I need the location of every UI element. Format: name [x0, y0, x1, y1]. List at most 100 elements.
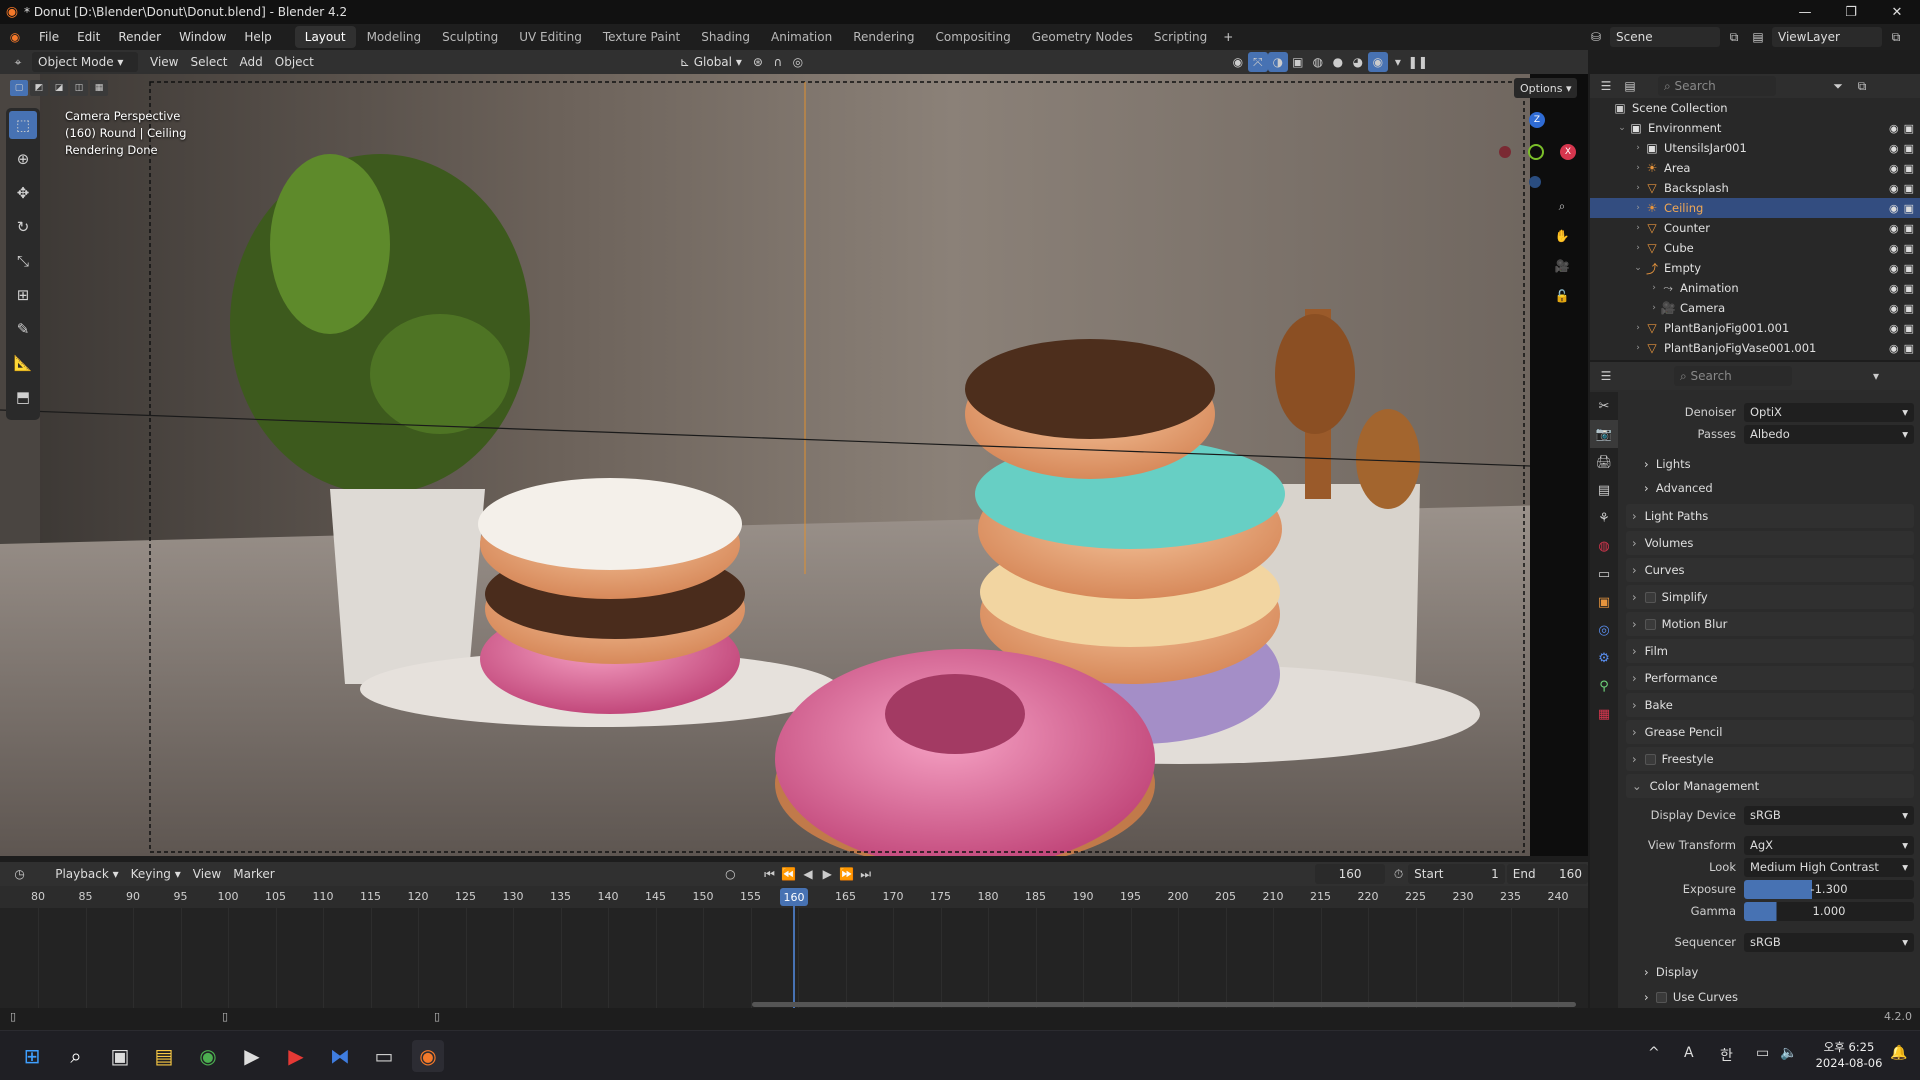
- data-tab-icon[interactable]: ⚲: [1590, 672, 1618, 700]
- timeline-scrollbar[interactable]: [752, 1002, 1576, 1007]
- sequencer-dropdown[interactable]: sRGB ▾: [1744, 932, 1914, 952]
- physics-tab-icon[interactable]: ◎: [1590, 616, 1618, 644]
- properties-options-icon[interactable]: ▾: [1866, 366, 1886, 386]
- language-indicator[interactable]: 한: [1720, 1045, 1733, 1065]
- pivot-icon[interactable]: ⊛: [748, 52, 768, 72]
- play-reverse-icon[interactable]: ◀: [798, 864, 817, 884]
- visibility-eye-icon[interactable]: ◉: [1889, 242, 1899, 255]
- ime-indicator[interactable]: A: [1684, 1045, 1694, 1061]
- visibility-eye-icon[interactable]: ◉: [1889, 282, 1899, 295]
- section-enable-checkbox[interactable]: [1644, 618, 1656, 630]
- use-curves-subpanel[interactable]: › Use Curves: [1644, 987, 1738, 1007]
- denoiser-dropdown[interactable]: OptiX ▾: [1744, 402, 1914, 422]
- render-visibility-icon[interactable]: ▣: [1904, 182, 1914, 195]
- render-visibility-icon[interactable]: ▣: [1904, 322, 1914, 335]
- gamma-slider[interactable]: 1.000: [1744, 901, 1914, 921]
- clock[interactable]: 오후 6:25 2024-08-06: [1814, 1039, 1884, 1071]
- lights-subpanel[interactable]: › Lights: [1644, 454, 1691, 474]
- world-tab-icon[interactable]: ◍: [1590, 532, 1618, 560]
- visibility-eye-icon[interactable]: ◉: [1889, 222, 1899, 235]
- app-icon[interactable]: ⧓: [324, 1040, 356, 1072]
- disclosure-chevron-icon[interactable]: ›: [1632, 323, 1644, 333]
- outliner-editor-icon[interactable]: ☰: [1596, 76, 1616, 96]
- scene-tab-icon[interactable]: ⚘: [1590, 504, 1618, 532]
- blender-menu-icon[interactable]: ◉: [0, 27, 30, 47]
- close-button[interactable]: ✕: [1874, 0, 1920, 24]
- section-enable-checkbox[interactable]: [1644, 591, 1656, 603]
- tab-animation[interactable]: Animation: [761, 26, 842, 48]
- section-enable-checkbox[interactable]: [1644, 753, 1656, 765]
- select-extend-icon[interactable]: ◩: [30, 80, 48, 96]
- transform-orientation-dropdown[interactable]: ⊾ Global ▾: [674, 52, 748, 72]
- new-collection-icon[interactable]: ⧉: [1852, 76, 1872, 96]
- disclosure-chevron-icon[interactable]: ›: [1632, 183, 1644, 193]
- outliner-row[interactable]: ›▽Plate◉▣: [1590, 358, 1920, 360]
- select-intersect-icon[interactable]: ▦: [90, 80, 108, 96]
- camera-view-icon[interactable]: 🎥: [1552, 256, 1572, 276]
- wireframe-shading-icon[interactable]: ◍: [1308, 52, 1328, 72]
- filter-icon[interactable]: ⏷: [1828, 76, 1848, 96]
- menu-add[interactable]: Add: [234, 52, 269, 72]
- outliner-row[interactable]: › ▽ Backsplash ◉ ▣: [1590, 178, 1920, 198]
- render-visibility-icon[interactable]: ▣: [1904, 282, 1914, 295]
- gizmo-toggle-icon[interactable]: ⤧: [1247, 52, 1268, 72]
- shading-options-icon[interactable]: ▾: [1388, 52, 1408, 72]
- render-visibility-icon[interactable]: ▣: [1904, 202, 1914, 215]
- outliner-row[interactable]: › ▽ PlantBanjoFig001.001 ◉ ▣: [1590, 318, 1920, 338]
- visibility-eye-icon[interactable]: ◉: [1889, 322, 1899, 335]
- pause-render-icon[interactable]: ❚❚: [1408, 52, 1428, 72]
- tool-tab-icon[interactable]: ✂: [1590, 392, 1618, 420]
- volume-icon[interactable]: 🔈: [1780, 1045, 1797, 1061]
- texture-tab-icon[interactable]: ▦: [1590, 700, 1618, 728]
- disclosure-chevron-icon[interactable]: ›: [1632, 243, 1644, 253]
- snap-icon[interactable]: ∩: [768, 52, 788, 72]
- tray-expand-icon[interactable]: ^: [1648, 1045, 1660, 1061]
- disclosure-chevron-icon[interactable]: ⌄: [1632, 263, 1644, 273]
- add-workspace-icon[interactable]: +: [1218, 27, 1238, 47]
- view-layer-selector[interactable]: ViewLayer: [1772, 27, 1882, 47]
- outliner-row[interactable]: › ▽ Cube ◉ ▣: [1590, 238, 1920, 258]
- disclosure-chevron-icon[interactable]: ›: [1632, 223, 1644, 233]
- exposure-slider[interactable]: -1.300: [1744, 879, 1914, 899]
- outliner-row[interactable]: › ☀ Ceiling ◉ ▣: [1590, 198, 1920, 218]
- section-bake[interactable]: › Bake: [1626, 693, 1914, 717]
- jump-end-icon[interactable]: ⏭: [856, 864, 875, 884]
- tab-uv-editing[interactable]: UV Editing: [509, 26, 592, 48]
- display-mode-icon[interactable]: ▤: [1620, 76, 1640, 96]
- new-scene-icon[interactable]: ⧉: [1724, 27, 1744, 47]
- terminal-icon[interactable]: ▭: [368, 1040, 400, 1072]
- jump-start-icon[interactable]: ⏮: [760, 864, 779, 884]
- tab-geometry-nodes[interactable]: Geometry Nodes: [1022, 26, 1143, 48]
- 3d-viewport[interactable]: [0, 74, 1588, 856]
- scale-tool-icon[interactable]: ⤡: [9, 247, 37, 275]
- outliner-row[interactable]: ⌄ ▣ Environment ◉ ▣: [1590, 118, 1920, 138]
- transform-tool-icon[interactable]: ⊞: [9, 281, 37, 309]
- overlay-toggle-icon[interactable]: ◑: [1267, 52, 1288, 72]
- outliner-row[interactable]: ⌄ ⤴ Empty ◉ ▣: [1590, 258, 1920, 278]
- rotate-tool-icon[interactable]: ↻: [9, 213, 37, 241]
- select-invert-icon[interactable]: ◫: [70, 80, 88, 96]
- media-player-icon[interactable]: ▶: [236, 1040, 268, 1072]
- section-curves[interactable]: › Curves: [1626, 558, 1914, 582]
- file-explorer-icon[interactable]: ▤: [148, 1040, 180, 1072]
- section-film[interactable]: › Film: [1626, 639, 1914, 663]
- disclosure-chevron-icon[interactable]: ›: [1632, 203, 1644, 213]
- new-view-layer-icon[interactable]: ⧉: [1886, 27, 1906, 47]
- tab-compositing[interactable]: Compositing: [925, 26, 1020, 48]
- use-curves-checkbox[interactable]: [1655, 991, 1667, 1003]
- outliner-row[interactable]: › 🎥 Camera ◉ ▣: [1590, 298, 1920, 318]
- render-visibility-icon[interactable]: ▣: [1904, 142, 1914, 155]
- tab-scripting[interactable]: Scripting: [1144, 26, 1217, 48]
- object-tab-icon[interactable]: ▣: [1590, 588, 1618, 616]
- section-freestyle[interactable]: › Freestyle: [1626, 747, 1914, 771]
- gizmo-x-axis[interactable]: X: [1560, 144, 1576, 160]
- constraints-tab-icon[interactable]: ⚙: [1590, 644, 1618, 672]
- menu-select[interactable]: Select: [184, 52, 233, 72]
- tab-modeling[interactable]: Modeling: [357, 26, 432, 48]
- editor-type-icon[interactable]: ⌖: [8, 52, 28, 72]
- move-tool-icon[interactable]: ✥: [9, 179, 37, 207]
- disclosure-chevron-icon[interactable]: ⌄: [1616, 123, 1628, 133]
- select-new-icon[interactable]: ▢: [10, 80, 28, 96]
- visibility-icon[interactable]: ◉: [1228, 52, 1248, 72]
- current-frame-field[interactable]: 160: [1315, 864, 1385, 884]
